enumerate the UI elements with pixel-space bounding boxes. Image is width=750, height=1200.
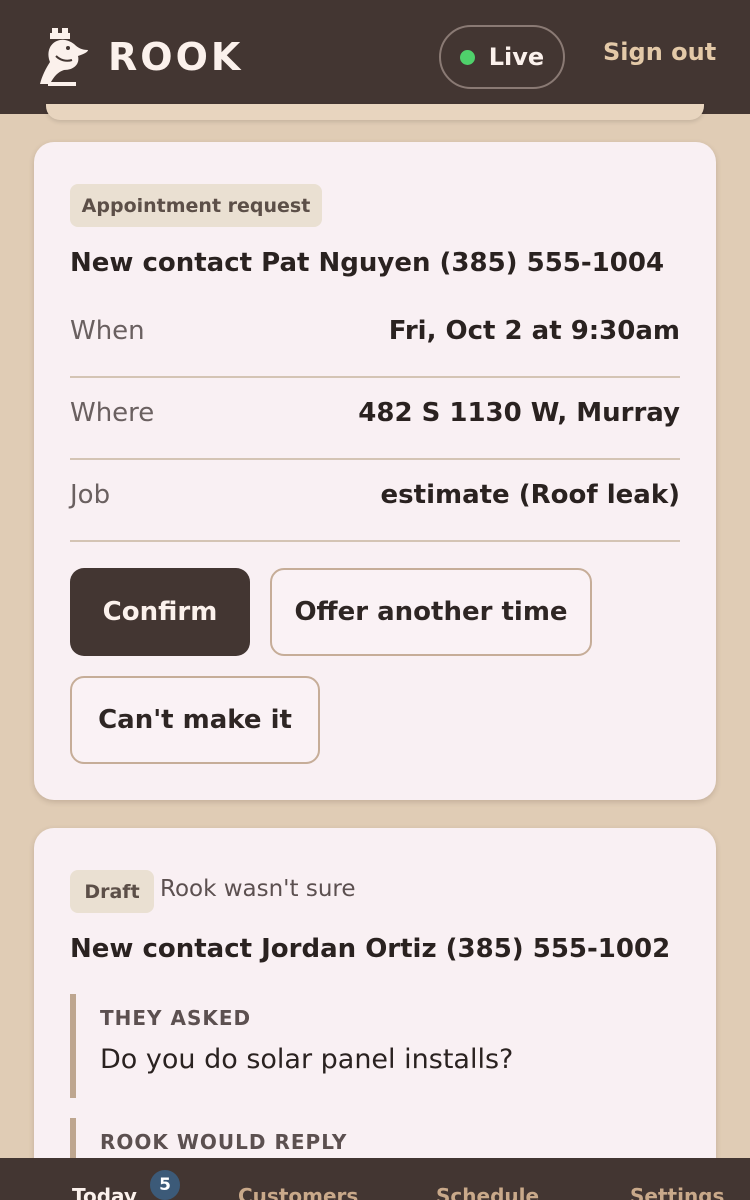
detail-label: Job [70, 480, 111, 510]
live-status-pill[interactable]: Live [439, 25, 565, 89]
detail-label: Where [70, 398, 155, 428]
draft-contact: New contact Jordan Ortiz (385) 555-1002 [70, 934, 671, 964]
nav-item-customers[interactable]: Customers [238, 1184, 358, 1200]
today-count-badge: 5 [148, 1168, 182, 1200]
detail-value: estimate (Roof leak) [380, 480, 680, 510]
detail-row-job: Job estimate (Roof leak) [70, 460, 680, 542]
nav-item-schedule[interactable]: Schedule [436, 1184, 539, 1200]
draft-badge: Draft [70, 870, 154, 913]
live-status-label: Live [488, 43, 545, 71]
detail-row-when: When Fri, Oct 2 at 9:30am [70, 296, 680, 378]
detail-value: Fri, Oct 2 at 9:30am [388, 316, 680, 346]
detail-value: 482 S 1130 W, Murray [358, 398, 680, 428]
rook-bird-icon [40, 28, 88, 86]
they-asked-label: THEY ASKED [100, 1006, 252, 1030]
detail-label: When [70, 316, 145, 346]
they-asked-quote: THEY ASKED Do you do solar panel install… [70, 994, 680, 1098]
cant-make-it-button[interactable]: Can't make it [70, 676, 320, 764]
they-asked-text: Do you do solar panel installs? [100, 1044, 514, 1075]
confirm-button[interactable]: Confirm [70, 568, 250, 656]
appointment-request-badge: Appointment request [70, 184, 322, 227]
live-status-dot-icon [459, 49, 475, 65]
draft-note: Rook wasn't sure [160, 876, 356, 902]
rook-reply-label: ROOK WOULD REPLY [100, 1130, 348, 1154]
nav-item-settings[interactable]: Settings [630, 1184, 724, 1200]
logo[interactable]: ROOK [38, 26, 243, 88]
sign-out-link[interactable]: Sign out [603, 38, 716, 66]
appointment-request-card: Appointment request New contact Pat Nguy… [34, 142, 716, 800]
previous-card-edge [46, 104, 704, 120]
bottom-nav: Today 5 Customers Schedule Settings [0, 1158, 750, 1200]
offer-another-time-button[interactable]: Offer another time [270, 568, 592, 656]
appointment-contact: New contact Pat Nguyen (385) 555-1004 [70, 248, 665, 278]
logo-text: ROOK [108, 35, 244, 79]
detail-row-where: Where 482 S 1130 W, Murray [70, 378, 680, 460]
nav-item-today[interactable]: Today [72, 1184, 137, 1200]
draft-card: Draft Rook wasn't sure New contact Jorda… [34, 828, 716, 1200]
app-header: ROOK Live Sign out [0, 0, 750, 114]
